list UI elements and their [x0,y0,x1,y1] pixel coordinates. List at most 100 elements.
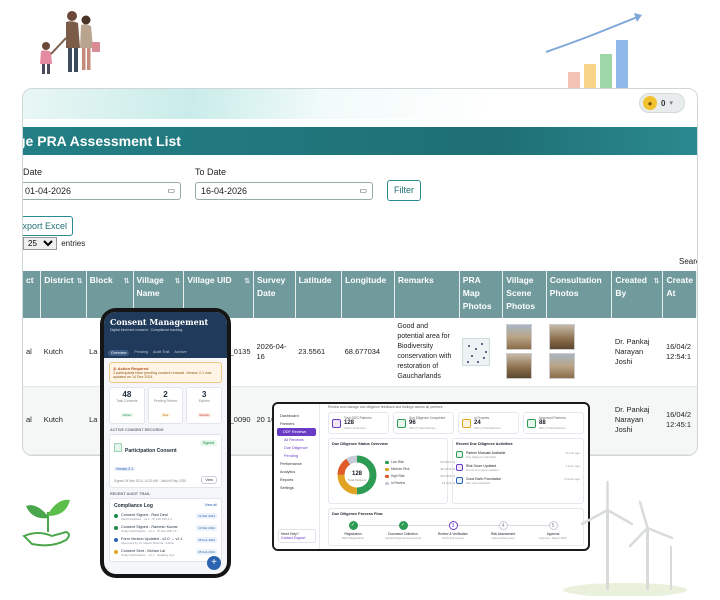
flow-step: 3 Review & Verification Verify Documents [438,521,468,540]
activity-item[interactable]: Risk Score Updated Document review update… [456,464,580,472]
column-header[interactable]: Village Scene Photos [502,271,547,318]
search-label: Searc [679,257,698,266]
notification-count: 0 [661,98,666,108]
tab-audit-trail[interactable]: Audit Trail [153,350,169,356]
phone-app-title: Consent Management [110,317,209,327]
photo-thumbnail[interactable] [505,324,532,351]
entries-label: entries [61,239,86,248]
partners-icon [332,418,341,428]
log-item[interactable]: Consent Signed - Ravi Deul Field Facilita… [114,513,217,521]
panel-title: Due Diligence Process Flow [332,512,383,516]
column-header[interactable]: Remarks [394,271,460,318]
column-header[interactable]: PRA Map Photos [459,271,504,318]
promo-canvas: ● 0 ▾ ge PRA Assessment List Date 01-04-… [0,0,720,600]
to-date-label: To Date [195,167,227,177]
column-header[interactable]: Longitude [341,271,395,318]
log-item[interactable]: Consent Sent - Mohan Lal Study Participat… [114,549,217,557]
consent-version: Version 2.1 [114,467,135,471]
status-donut-chart: 128 Total Partners [337,455,377,495]
view-button[interactable]: View [201,476,217,484]
tab-pending[interactable]: Pending [134,350,148,356]
sidebar-subitem[interactable]: Pending [274,452,319,460]
donut-value: 128 [352,471,363,477]
table-cell: 16/04/2 12:45:1 [662,386,697,455]
to-date-input[interactable]: 16-04-2026 ▭ [195,182,373,200]
sidebar-item-active[interactable]: DDF Reviews [277,428,316,436]
notification-pill[interactable]: ● 0 ▾ [639,93,685,113]
phone-app-subtitle: Digital informed consent · Compliance tr… [110,328,183,332]
page-size-select[interactable]: 25 [23,237,57,250]
sidebar-item[interactable]: Settings [274,484,319,492]
family-walking-illustration [40,11,100,74]
sidebar-item[interactable]: Analytics [274,468,319,476]
map-thumbnail[interactable] [462,337,491,366]
kpi-card: Total DDG Partners 128 Active 12 Sectors [328,412,389,434]
pra-map-photo-cell [459,318,503,387]
compliance-log-card: Compliance Log View all Consent Signed - … [109,498,222,562]
sort-icon: ⇅ [174,278,181,285]
alert-text: 3 participants have pending consent rene… [113,371,212,379]
document-icon [114,443,122,453]
from-date-input[interactable]: 01-04-2026 ▭ [23,182,181,200]
sidebar-item[interactable]: Partners [274,420,319,428]
log-item[interactable]: Form Version Updated - v2.0 → v2.1 Approv… [114,537,217,545]
section-label: ACTIVE CONSENT RECORDS [110,428,164,432]
village-scene-photo-cell [502,318,547,387]
table-cell: Dr. Pankaj Narayan Joshi [611,386,663,455]
phone-screen: Consent Management Digital informed cons… [104,312,227,574]
photo-thumbnail[interactable] [549,353,576,380]
donut-label: Total Partners [348,478,367,482]
help-box[interactable]: Need Help? Contact Support [278,529,316,543]
tab-overview[interactable]: Overview [108,350,130,356]
sidebar-subitem[interactable]: All Reviews [274,436,319,444]
calendar-icon[interactable]: ▭ [167,186,175,195]
table-cell: Dr. Pankaj Narayan Joshi [611,318,663,387]
column-header[interactable]: ct [23,271,42,318]
dashboard-panels: Due Diligence Status Overview 128 Total … [324,436,588,506]
activity-item[interactable]: Partner Manuals Available Due diligence s… [456,451,580,459]
calendar-icon[interactable]: ▭ [359,186,367,195]
consent-card[interactable]: Participation Consent Version 2.1 Signed… [109,434,222,488]
table-cell: Kutch [40,318,87,387]
export-excel-button[interactable]: xport Excel [23,216,73,236]
process-flow-panel: Due Diligence Process Flow ✓ Registration… [328,508,584,546]
page-title-bar: ge PRA Assessment List [23,127,697,155]
panel-title: Recent Due Diligence Activities [456,442,513,446]
sidebar-item[interactable]: Performance [274,460,319,468]
log-item[interactable]: Consent Signed - Ramesh Kumar Study Parti… [114,525,217,533]
dashboard-sidebar: Dashboard Partners DDF Reviews All Revie… [274,404,320,549]
column-header[interactable]: District ⇅ [40,271,87,318]
contact-support-link[interactable]: Contact Support [281,536,306,540]
check-icon [397,418,406,428]
consultation-photo-cell [546,318,612,387]
chevron-down-icon: ▾ [669,100,673,107]
photo-thumbnail[interactable] [505,353,532,380]
column-header[interactable]: Created By ⇅ [611,271,664,318]
photo-thumbnail[interactable] [549,324,576,351]
table-cell: Kutch [40,386,87,455]
flow-step: 4 Risk Assessment Assess Risk Level [490,521,516,540]
sidebar-item[interactable]: Dashboard [274,412,319,420]
column-header[interactable]: Survey Date [253,271,296,318]
sidebar-item[interactable]: Reports [274,476,319,484]
phone-mockup: Consent Management Digital informed cons… [100,308,231,578]
legend-item: High Risk 20 (15.6%) [385,474,455,478]
shield-check-icon [527,418,536,428]
column-header[interactable]: Consultation Photos [546,271,613,318]
table-cell: 23.5561 [295,318,342,387]
view-all-link[interactable]: View all [205,503,217,509]
table-cell: 68.677034 [341,318,395,387]
tab-archive[interactable]: Archive [174,350,186,356]
column-header[interactable]: Create At [662,271,697,318]
flow-step: ✓ Document Collection Upload Required Docu… [385,521,421,540]
legend-item: Low Risk 64 (50.0%) [385,460,455,464]
table-cell: 16/04/2 12:54:1 [662,318,697,387]
legend-item: In Review 12 (9.4%) [385,481,455,485]
sidebar-subitem[interactable]: Due Diligence [274,444,319,452]
column-header[interactable]: Latitude [295,271,343,318]
page-size-control: 25 entries [23,237,85,250]
filter-button[interactable]: Filter [387,180,421,201]
kpi-card: Approved Partners 88 69% of Total Partners [523,412,584,434]
section-label: RECENT AUDIT TRAIL [110,492,151,496]
add-button[interactable]: + [207,556,221,570]
